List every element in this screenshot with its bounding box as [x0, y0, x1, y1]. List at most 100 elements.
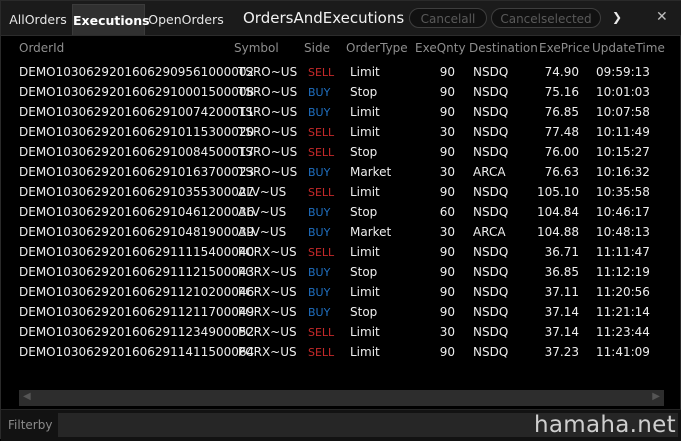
exe-qnty-cell: 90 [439, 305, 455, 319]
table-row[interactable]: DEMO10306292016062910481900039 ALV~US BUY M… [1, 222, 681, 242]
table-row[interactable]: DEMO10306292016062910461200036 ALV~US BUY S… [1, 202, 681, 222]
table-row[interactable]: DEMO10306292016062911115400040 PCRX~US SEL… [1, 242, 681, 262]
order-type-cell: Limit [350, 245, 380, 259]
update-time-cell: 10:48:13 [596, 225, 650, 239]
side-cell: SELL [308, 186, 335, 199]
update-time-cell: 10:01:03 [596, 85, 650, 99]
order-id-cell: DEMO10306292016062910115300020 [19, 125, 255, 139]
cancel-all-button[interactable]: Cancelall [409, 8, 487, 28]
symbol-cell: PCRX~US [238, 345, 297, 359]
order-type-cell: Stop [350, 265, 378, 279]
order-type-cell: Market [350, 225, 392, 239]
table-row[interactable]: DEMO10306292016062910163700023 TSRO~US BUY… [1, 162, 681, 182]
update-time-cell: 11:11:47 [596, 245, 650, 259]
column-header-side[interactable]: Side [304, 41, 330, 55]
table-row[interactable]: DEMO10306292016062910001500008 TSRO~US BUY… [1, 82, 681, 102]
column-header-symbol[interactable]: Symbol [234, 41, 279, 55]
side-cell: SELL [308, 246, 335, 259]
table-row[interactable]: DEMO10306292016062911234900052 PCRX~US SEL… [1, 322, 681, 342]
filter-label: Filterby [8, 418, 53, 432]
order-type-cell: Limit [350, 125, 380, 139]
filter-input[interactable] [58, 413, 678, 437]
column-header-order-id[interactable]: OrderId [19, 41, 64, 55]
table-row[interactable]: DEMO10306292016062910074200011 TSRO~US BUY… [1, 102, 681, 122]
exe-price-cell: 76.63 [544, 165, 579, 179]
destination-cell: NSDQ [473, 185, 509, 199]
side-cell: BUY [308, 286, 331, 299]
table-row[interactable]: DEMO10306292016062910355300027 ALV~US SELL… [1, 182, 681, 202]
exe-price-cell: 77.48 [544, 125, 579, 139]
table-row[interactable]: DEMO10306292016062911210200046 PCRX~US BUY… [1, 282, 681, 302]
horizontal-scrollbar[interactable]: ◀ ▶ [19, 390, 664, 406]
side-cell: BUY [308, 306, 331, 319]
exe-price-cell: 36.85 [544, 265, 579, 279]
tab-all-orders[interactable]: AllOrders [5, 4, 71, 35]
table-row[interactable]: DEMO10306292016062911411500064 PCRX~US SEL… [1, 342, 681, 362]
order-id-cell: DEMO10306292016062911411500064 [19, 345, 255, 359]
scroll-right-icon[interactable]: ▶ [652, 391, 660, 402]
destination-cell: NSDQ [473, 145, 509, 159]
side-cell: SELL [308, 326, 335, 339]
order-type-cell: Stop [350, 205, 378, 219]
symbol-cell: PCRX~US [238, 325, 297, 339]
table-row[interactable]: DEMO10306292016062910115300020 TSRO~US SEL… [1, 122, 681, 142]
column-header-destination[interactable]: Destination [469, 41, 538, 55]
window-header: AllOrders Executions OpenOrders OrdersAn… [1, 1, 681, 36]
exe-price-cell: 105.10 [537, 185, 579, 199]
column-header-update-time[interactable]: UpdateTime [592, 41, 665, 55]
close-icon[interactable]: ✕ [656, 9, 668, 25]
symbol-cell: TSRO~US [238, 145, 298, 159]
side-cell: BUY [308, 266, 331, 279]
table-row[interactable]: DEMO10306292016062910084500017 TSRO~US SEL… [1, 142, 681, 162]
side-cell: BUY [308, 206, 331, 219]
scroll-left-icon[interactable]: ◀ [23, 391, 31, 402]
exe-qnty-cell: 30 [439, 125, 455, 139]
exe-price-cell: 37.23 [544, 345, 579, 359]
update-time-cell: 10:16:32 [596, 165, 650, 179]
order-id-cell: DEMO10306292016062910461200036 [19, 205, 255, 219]
column-header-exe-qnty[interactable]: ExeQnty [415, 41, 466, 55]
table-row[interactable]: DEMO10306292016062909561000002 TSRO~US SEL… [1, 62, 681, 82]
side-cell: SELL [308, 66, 335, 79]
exe-qnty-cell: 90 [439, 245, 455, 259]
exe-price-cell: 76.00 [544, 145, 579, 159]
symbol-cell: PCRX~US [238, 265, 297, 279]
table-row[interactable]: DEMO10306292016062911121500043 PCRX~US BUY… [1, 262, 681, 282]
order-id-cell: DEMO10306292016062911115400040 [19, 245, 255, 259]
exe-qnty-cell: 90 [439, 145, 455, 159]
exe-price-cell: 37.11 [544, 285, 579, 299]
symbol-cell: PCRX~US [238, 285, 297, 299]
exe-qnty-cell: 60 [439, 205, 455, 219]
exe-qnty-cell: 30 [439, 165, 455, 179]
column-header-order-type[interactable]: OrderType [346, 41, 408, 55]
order-type-cell: Market [350, 165, 392, 179]
destination-cell: NSDQ [473, 105, 509, 119]
table-row[interactable]: DEMO10306292016062911211700049 PCRX~US BUY… [1, 302, 681, 322]
window-title: OrdersAndExecutions [243, 9, 405, 27]
exe-price-cell: 104.84 [537, 205, 579, 219]
destination-cell: ARCA [473, 165, 506, 179]
chevron-right-icon[interactable]: ❯ [612, 10, 622, 24]
update-time-cell: 10:35:58 [596, 185, 650, 199]
update-time-cell: 11:21:14 [596, 305, 650, 319]
order-type-cell: Stop [350, 85, 378, 99]
order-type-cell: Limit [350, 185, 380, 199]
exe-qnty-cell: 90 [439, 185, 455, 199]
update-time-cell: 10:46:17 [596, 205, 650, 219]
order-type-cell: Limit [350, 65, 380, 79]
exe-price-cell: 74.90 [544, 65, 579, 79]
symbol-cell: PCRX~US [238, 245, 297, 259]
exe-qnty-cell: 90 [439, 65, 455, 79]
tab-open-orders[interactable]: OpenOrders [145, 4, 227, 35]
symbol-cell: TSRO~US [238, 125, 298, 139]
symbol-cell: ALV~US [238, 185, 287, 199]
update-time-cell: 10:07:58 [596, 105, 650, 119]
order-type-cell: Limit [350, 325, 380, 339]
cancel-selected-button[interactable]: Cancelselected [491, 8, 601, 28]
column-header-exe-price[interactable]: ExePrice [539, 41, 590, 55]
tab-executions[interactable]: Executions [72, 4, 150, 35]
update-time-cell: 10:15:27 [596, 145, 650, 159]
side-cell: BUY [308, 166, 331, 179]
side-cell: BUY [308, 106, 331, 119]
destination-cell: NSDQ [473, 345, 509, 359]
